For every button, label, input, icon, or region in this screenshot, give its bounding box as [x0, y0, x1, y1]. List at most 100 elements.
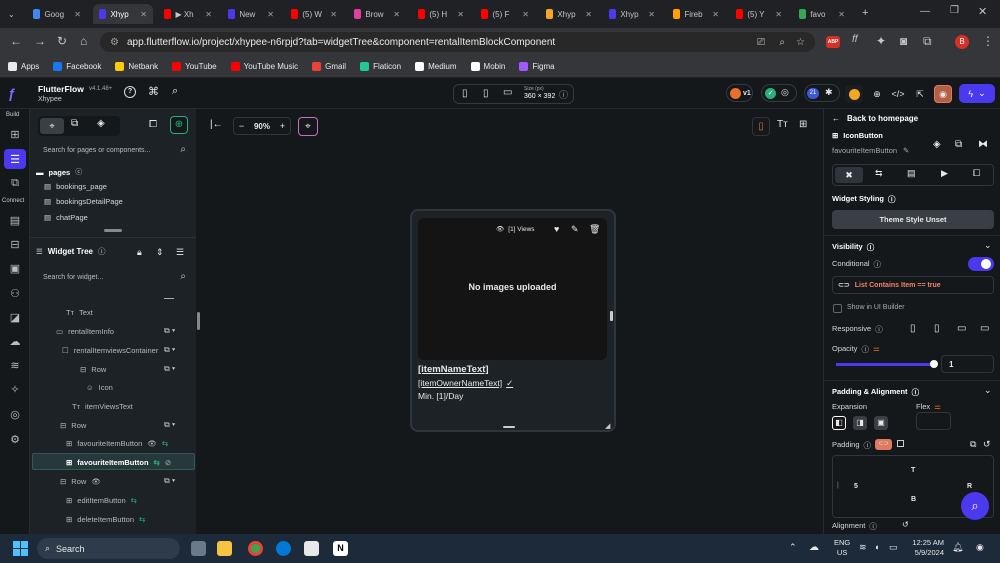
bookmark-item[interactable]: Netbank: [115, 62, 158, 71]
store-icon[interactable]: [304, 541, 319, 556]
image-icon[interactable]: ◪: [7, 309, 23, 325]
resize-corner-icon[interactable]: ◢: [605, 422, 610, 430]
run-button[interactable]: ϟ ⌄: [959, 84, 995, 103]
min-day-text[interactable]: Min. [1]/Day: [418, 391, 463, 401]
copilot-icon[interactable]: ◉: [976, 542, 984, 553]
info-icon[interactable]: ⓘ: [875, 324, 883, 335]
issues-button[interactable]: 21 ✱: [804, 84, 840, 102]
chrome-icon[interactable]: [248, 541, 263, 556]
battery-icon[interactable]: ▭: [889, 542, 898, 553]
extensions-puzzle-icon[interactable]: ⧉: [923, 34, 932, 49]
info-icon[interactable]: ⓘ: [864, 440, 872, 451]
taskbar-search[interactable]: ⌕ Search: [37, 538, 180, 559]
onedrive-icon[interactable]: ☁: [809, 542, 819, 553]
condition-field[interactable]: ⊂⊃ List Contains Item == true: [832, 276, 994, 294]
media-icon[interactable]: ▣: [7, 260, 23, 276]
project-name[interactable]: Xhypee: [38, 96, 62, 103]
info-icon[interactable]: ⓘ: [861, 344, 869, 355]
tree-node[interactable]: Tт Text: [66, 308, 93, 317]
components-tab-icon[interactable]: ⧉: [71, 118, 78, 129]
tree-node[interactable]: ⊟ Row 👁︎: [60, 477, 101, 486]
resize-handle-bottom[interactable]: [503, 426, 515, 428]
back-icon[interactable]: ←: [10, 34, 22, 48]
opacity-input[interactable]: 1: [941, 355, 994, 373]
bookmark-item[interactable]: Figma: [519, 62, 555, 71]
tree-node[interactable]: ⊟ Row: [80, 365, 106, 374]
variable-icon[interactable]: ⚌: [873, 344, 880, 355]
expand-collapse-icon[interactable]: ⇕: [156, 247, 164, 258]
tab-properties-icon[interactable]: ✖: [835, 167, 863, 183]
help-search-fab[interactable]: ⌕: [961, 492, 989, 520]
wifi-icon[interactable]: ≋: [859, 542, 867, 553]
theme-icon[interactable]: ◎: [7, 406, 23, 422]
bookmark-star-icon[interactable]: ☆: [796, 37, 805, 48]
wrap-widget-icon[interactable]: ⧉ ▾: [164, 326, 175, 336]
browser-tab[interactable]: (5) F ✕: [475, 4, 535, 24]
site-info-icon[interactable]: ⚙: [110, 37, 119, 48]
reset-alignment-icon[interactable]: ↺: [902, 520, 909, 529]
item-owner-row[interactable]: [itemOwnerNameText] ✓: [418, 378, 513, 389]
widget-name-row[interactable]: favouriteItemButton ✎: [832, 146, 909, 155]
tab-table-icon[interactable]: ▤: [907, 168, 916, 179]
visibility-chevron-icon[interactable]: ⌄: [984, 240, 992, 251]
home-icon[interactable]: ⌂: [80, 34, 87, 48]
tab-close-icon[interactable]: ✕: [775, 10, 782, 19]
tree-node[interactable]: ☺ Icon: [86, 383, 113, 392]
action-flow-icon[interactable]: ⇆: [154, 458, 160, 467]
padding-left[interactable]: 5: [854, 483, 858, 490]
minimize-icon[interactable]: —: [920, 6, 930, 17]
show-ui-checkbox[interactable]: [833, 304, 842, 313]
tab-actions-icon[interactable]: ▶: [941, 168, 948, 179]
padding-right[interactable]: R: [967, 483, 972, 490]
tray-chevron-icon[interactable]: ⌃: [789, 542, 797, 553]
tab-search-icon[interactable]: ⌄: [2, 4, 22, 24]
hide-icon[interactable]: ⊘: [165, 458, 171, 467]
reset-padding-icon[interactable]: ↺: [983, 439, 991, 450]
volume-icon[interactable]: ◖: [874, 542, 879, 552]
responsive-phone-icon[interactable]: ▯: [910, 323, 916, 334]
device-frame-icon[interactable]: ▯: [752, 117, 770, 136]
tab-close-icon[interactable]: ✕: [205, 10, 212, 19]
share-icon[interactable]: ⊕: [868, 85, 886, 103]
team-icon[interactable]: ⚇: [7, 285, 23, 301]
tree-node[interactable]: ⊞ favouriteItemButton ⇆ ⊘: [66, 458, 171, 467]
tab-close-icon[interactable]: ✕: [330, 10, 337, 19]
browser-tab[interactable]: favo ✕: [793, 4, 851, 24]
padding-individual-icon[interactable]: [897, 440, 904, 447]
pages-tab-icon[interactable]: ⌖: [40, 118, 64, 134]
browser-tab[interactable]: (5) H ✕: [412, 4, 470, 24]
ai-magic-icon[interactable]: ✧: [7, 381, 23, 397]
tab-close-icon[interactable]: ✕: [74, 10, 81, 19]
browser-menu-icon[interactable]: ⋮: [982, 34, 994, 48]
page-item[interactable]: ▤ bookings_page: [44, 182, 107, 191]
layers-icon[interactable]: ≋: [7, 357, 23, 373]
tree-node[interactable]: ⊟ Row: [60, 421, 86, 430]
browser-tab[interactable]: Xhyp ✕: [93, 4, 153, 24]
url-field[interactable]: ⚙ app.flutterflow.io/project/xhypee-n6rp…: [100, 32, 815, 52]
notification-bell-icon[interactable]: 🔔︎: [952, 542, 963, 553]
tab-docs-icon[interactable]: ⧠: [973, 168, 980, 179]
bookmark-item[interactable]: Medium: [415, 62, 457, 71]
visibility-eye-icon[interactable]: 👁︎: [91, 477, 101, 486]
resize-handle-right[interactable]: [610, 311, 613, 321]
opacity-slider-track[interactable]: [836, 363, 934, 366]
size-value[interactable]: 360 × 392: [524, 93, 555, 100]
padding-bottom[interactable]: B: [911, 496, 916, 503]
bookmark-item[interactable]: Apps: [8, 62, 39, 71]
padding-chevron-icon[interactable]: ⌄: [984, 385, 992, 396]
windows-start-icon[interactable]: [13, 541, 28, 556]
install-icon[interactable]: ⎚: [757, 37, 765, 48]
browser-tab[interactable]: Goog ✕: [27, 4, 87, 24]
wrap-widget-icon[interactable]: ⧉ ▾: [164, 420, 175, 430]
info-icon[interactable]: ⓘ: [874, 259, 882, 270]
library-tab-icon[interactable]: ◈: [97, 118, 105, 129]
edit-pencil-icon[interactable]: ✎: [571, 224, 579, 235]
widget-tree-info-icon[interactable]: ⓘ: [98, 246, 106, 257]
file-explorer-icon[interactable]: [217, 541, 232, 556]
copy-widget-icon[interactable]: ⧉: [955, 139, 962, 150]
preview-eye-icon[interactable]: ◉: [934, 85, 952, 103]
tablet-icon[interactable]: ▯: [483, 88, 489, 99]
pages-folder-row[interactable]: ▬ pages ⓒ: [36, 167, 82, 177]
tree-node[interactable]: Tт itemViewsText: [72, 402, 133, 411]
copy-padding-icon[interactable]: ⧉: [970, 439, 976, 450]
